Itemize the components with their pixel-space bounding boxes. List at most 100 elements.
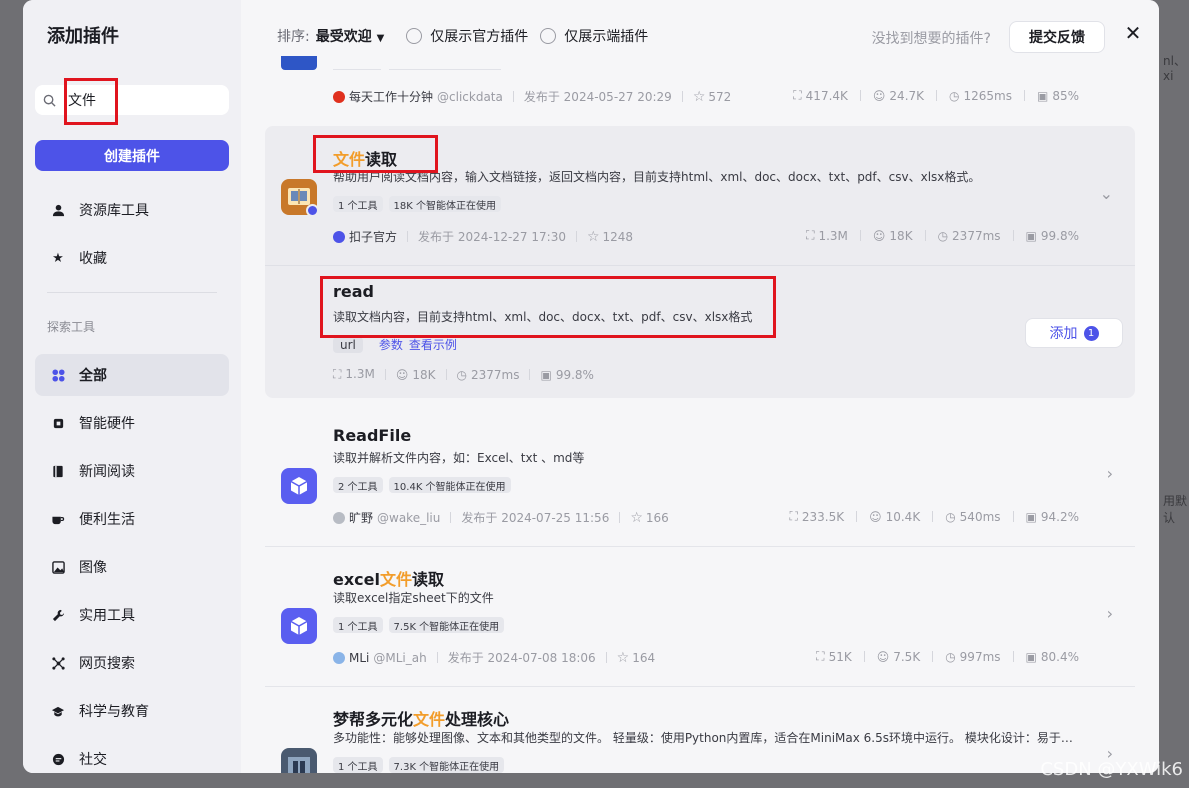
official-only-radio[interactable] xyxy=(406,28,423,44)
publish-date: 发布于 2024-12-27 17:30 xyxy=(418,230,566,244)
sort-value: 最受欢迎 xyxy=(315,29,372,45)
plugin-card[interactable]: excel文件读取 读取excel指定sheet下的文件 1 个工具 7.5K … xyxy=(265,546,1135,686)
tool-description: 读取文档内容，目前支持html、xml、doc、docx、txt、pdf、csv… xyxy=(333,310,753,324)
params-link[interactable]: 参数 xyxy=(379,336,403,353)
plugin-stats: ⛶ 1.3M ☺ 18K ◷ 2377ms ▣ 99.8% xyxy=(806,228,1079,243)
edge-only-label[interactable]: 仅展示端插件 xyxy=(564,26,648,46)
example-link[interactable]: 查看示例 xyxy=(409,336,457,353)
sidebar-item-smart-hardware[interactable]: 智能硬件 xyxy=(35,402,229,444)
add-label: 添加 xyxy=(1049,326,1078,342)
plugin-card[interactable]: 梦帮多元化文件处理核心 多功能性：能够处理图像、文本和其他类型的文件。 轻量级：… xyxy=(265,686,1135,773)
chevron-right-icon[interactable]: › xyxy=(1107,604,1113,623)
author-avatar xyxy=(333,651,345,664)
author-name[interactable]: 旷野 xyxy=(349,509,373,526)
chip-icon xyxy=(51,416,65,430)
success-rate: 80.4% xyxy=(1040,649,1079,664)
sidebar-item-science-education[interactable]: 科学与教育 xyxy=(35,690,229,732)
success-rate-icon: ▣ xyxy=(1025,649,1037,664)
plugin-logo-icon xyxy=(281,748,317,773)
add-tool-button[interactable]: 添加 1 xyxy=(1025,318,1123,348)
sidebar-item-news[interactable]: 新闻阅读 xyxy=(35,450,229,492)
background-text: 用默认 xyxy=(1163,494,1188,525)
bots-count: 18K xyxy=(889,228,913,243)
sidebar-item-label: 图像 xyxy=(79,560,107,576)
sidebar-divider xyxy=(47,292,217,293)
tag-remnant xyxy=(333,60,381,70)
tool-stats: ⛶ 1.3M ☺ 18K ◷ 2377ms ▣ 99.8% xyxy=(333,367,594,382)
sidebar-section-label: 探索工具 xyxy=(47,320,96,334)
latency: 997ms xyxy=(959,649,1001,664)
plugin-stats: ⛶ 233.5K ☺ 10.4K ◷ 540ms ▣ 94.2% xyxy=(789,509,1079,524)
plugin-meta: MLi @MLi_ah 发布于 2024-07-08 18:06 ☆ 164 xyxy=(333,649,655,666)
latency: 540ms xyxy=(959,509,1001,524)
feedback-button[interactable]: 提交反馈 xyxy=(1009,21,1105,53)
plugin-name[interactable]: excel文件读取 xyxy=(333,566,444,590)
success-rate: 94.2% xyxy=(1040,509,1079,524)
chat-icon xyxy=(51,752,65,766)
plugin-name[interactable]: ReadFile xyxy=(333,426,411,445)
plugin-meta: 扣子官方 发布于 2024-12-27 17:30 ☆ 1248 xyxy=(333,228,633,245)
author-handle: @wake_liu xyxy=(377,510,441,525)
plugin-meta: 旷野 @wake_liu 发布于 2024-07-25 11:56 ☆ 166 xyxy=(333,509,669,526)
sort-dropdown[interactable]: 最受欢迎 ▼ xyxy=(316,26,385,46)
plugin-name[interactable]: 文件读取 xyxy=(333,146,397,170)
sidebar-item-social[interactable]: 社交 xyxy=(35,738,229,773)
sidebar-item-label: 新闻阅读 xyxy=(79,464,135,480)
bot-icon: ☺ xyxy=(869,509,882,524)
sidebar-item-web-search[interactable]: 网页搜索 xyxy=(35,642,229,684)
plugin-tags: 1 个工具 7.5K 个智能体正在使用 xyxy=(333,617,505,633)
sidebar-item-label: 收藏 xyxy=(79,251,107,267)
usage-tag: 7.3K 个智能体正在使用 xyxy=(388,757,505,773)
author-handle: @MLi_ah xyxy=(373,650,427,665)
calls-count: 417.4K xyxy=(805,88,848,103)
calls-count: 1.3M xyxy=(345,367,375,381)
latency: 2377ms xyxy=(952,228,1001,243)
author-name[interactable]: 扣子官方 xyxy=(349,228,397,245)
chevron-right-icon[interactable]: › xyxy=(1107,464,1113,483)
usage-tag: 18K 个智能体正在使用 xyxy=(388,196,502,212)
book-icon xyxy=(51,464,65,478)
sidebar-item-image[interactable]: 图像 xyxy=(35,546,229,588)
image-icon xyxy=(51,560,65,574)
calls-count: 233.5K xyxy=(801,509,845,524)
calls-icon: ⛶ xyxy=(789,509,798,523)
plugin-card-expanded[interactable]: 文件读取 帮助用户阅读文档内容，输入文档链接，返回文档内容，目前支持html、x… xyxy=(265,126,1135,398)
author-name[interactable]: MLi xyxy=(349,651,369,665)
create-plugin-button[interactable]: 创建插件 xyxy=(35,140,229,171)
sidebar-item-label: 便利生活 xyxy=(79,512,135,528)
add-plugin-dialog: 添加插件 创建插件 资源库工具 ★ 收藏 探索工具 全部 智能硬件 新闻阅读 xyxy=(23,0,1159,773)
favorites-count: 572 xyxy=(708,89,732,104)
chevron-down-icon[interactable]: ⌄ xyxy=(1100,184,1113,203)
plugin-card[interactable]: 每天工作十分钟 @clickdata 发布于 2024-05-27 20:29 … xyxy=(265,56,1135,126)
favorites-count: 164 xyxy=(632,650,656,665)
bots-count: 10.4K xyxy=(885,509,921,524)
dialog-title: 添加插件 xyxy=(47,26,119,47)
plugin-name[interactable]: 梦帮多元化文件处理核心 xyxy=(333,706,509,730)
success-rate-icon: ▣ xyxy=(1025,509,1037,524)
close-button[interactable]: ✕ xyxy=(1121,21,1145,45)
calls-icon: ⛶ xyxy=(793,88,802,102)
calls-icon: ⛶ xyxy=(816,649,825,663)
clock-icon: ◷ xyxy=(937,228,949,243)
watermark: CSDN @YXWik6 xyxy=(1040,759,1183,780)
sidebar-item-utilities[interactable]: 实用工具 xyxy=(35,594,229,636)
clock-icon: ◷ xyxy=(945,509,956,524)
plugin-card[interactable]: ReadFile 读取并解析文件内容，如：Excel、txt 、md等 2 个工… xyxy=(265,406,1135,546)
search-icon xyxy=(43,94,56,107)
sidebar-item-favorites[interactable]: ★ 收藏 xyxy=(35,237,229,279)
sidebar-item-all[interactable]: 全部 xyxy=(35,354,229,396)
publish-date: 发布于 2024-05-27 20:29 xyxy=(523,90,672,104)
star-outline-icon: ☆ xyxy=(630,509,643,526)
tool-name: read xyxy=(333,282,374,301)
author-name[interactable]: 每天工作十分钟 xyxy=(349,88,433,105)
sidebar-item-library-tools[interactable]: 资源库工具 xyxy=(35,189,229,231)
search-input[interactable] xyxy=(68,92,198,108)
search-box[interactable] xyxy=(35,85,229,115)
feedback-hint: 没找到想要的插件? xyxy=(871,31,991,47)
sidebar-item-lifestyle[interactable]: 便利生活 xyxy=(35,498,229,540)
clock-icon: ◷ xyxy=(945,649,956,664)
star-outline-icon: ☆ xyxy=(616,649,630,666)
tool-count-tag: 1 个工具 xyxy=(333,757,383,773)
official-only-label[interactable]: 仅展示官方插件 xyxy=(430,26,528,46)
edge-only-radio[interactable] xyxy=(540,28,557,44)
